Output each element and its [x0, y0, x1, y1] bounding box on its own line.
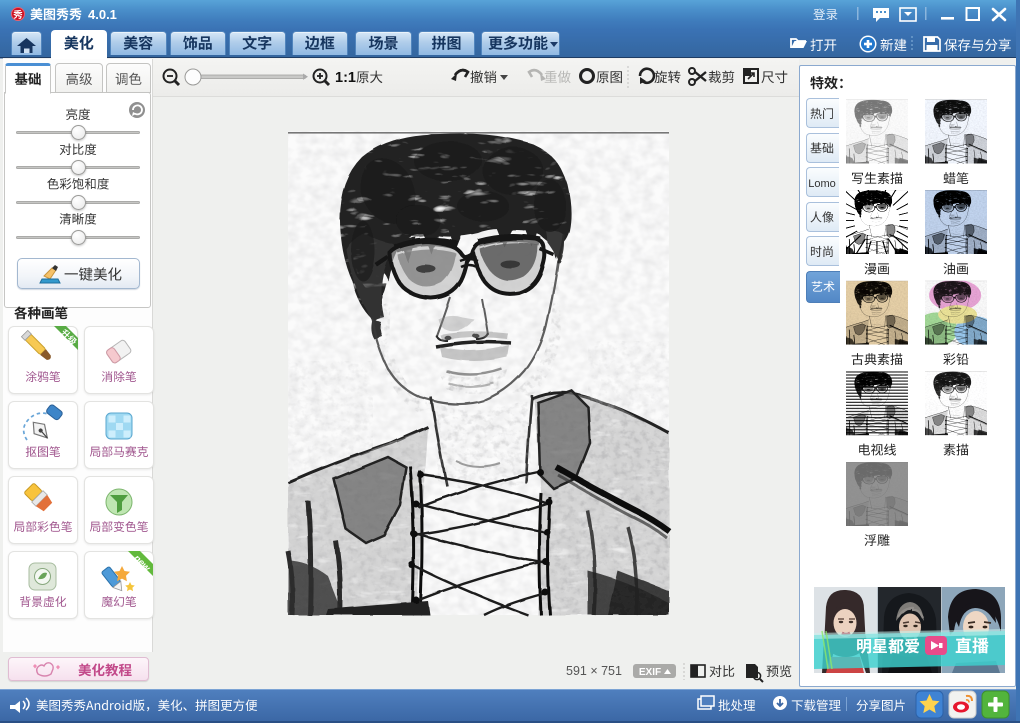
svg-text:EXIF: EXIF [639, 667, 661, 678]
svg-text:Lomo: Lomo [808, 178, 836, 190]
svg-text:591 × 751: 591 × 751 [566, 664, 622, 678]
svg-text:1:1: 1:1 [335, 70, 356, 86]
svg-text:4.0.1: 4.0.1 [88, 7, 117, 22]
